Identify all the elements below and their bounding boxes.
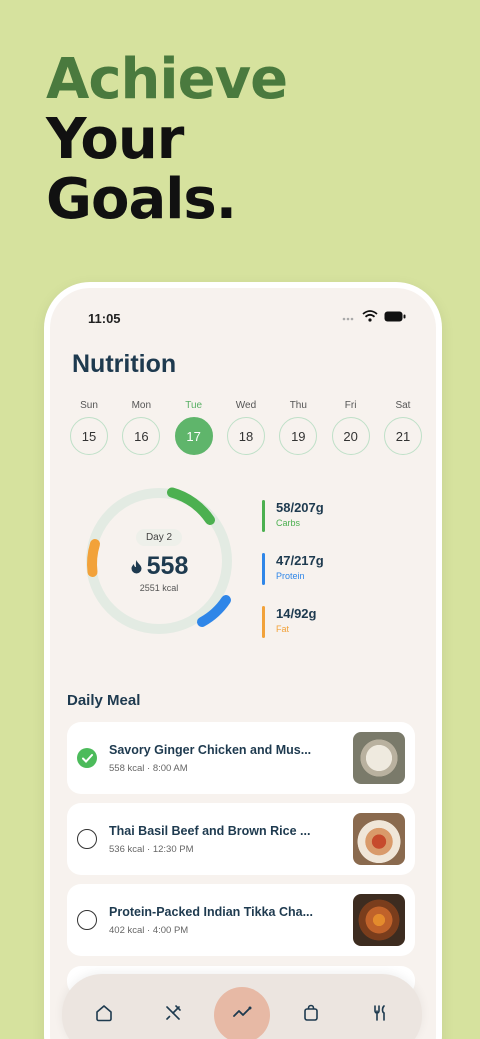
day-name: Tue [185,400,203,411]
macro-list: 58/207g Carbs 47/217g Protein 14/92g Fat [262,500,324,659]
meal-info: Protein-Packed Indian Tikka Cha... 402 k… [109,905,347,936]
meal-meta: 536 kcal · 12:30 PM [109,843,194,855]
nav-meals[interactable] [145,987,201,1039]
kcal-value: 558 [146,552,189,580]
meal-name: Thai Basil Beef and Brown Rice ... [109,823,311,838]
daily-meal-title: Daily Meal [67,692,141,709]
kcal-consumed: 558 [130,552,189,581]
day-fri[interactable]: Fri 20 [330,400,372,455]
day-name: Thu [289,400,307,411]
kcal-goal: 2551 kcal [139,583,179,593]
day-date: 17 [174,417,213,455]
utensils-cross-icon [163,1003,183,1028]
bottom-nav [62,974,422,1039]
meal-photo [353,894,405,946]
meal-name: Savory Ginger Chicken and Mus... [109,742,312,757]
day-thu[interactable]: Thu 19 [277,400,319,455]
headline-line-2: Your [46,107,184,172]
macro-value: 14/92g [276,606,317,621]
nav-activity[interactable] [213,987,270,1039]
unchecked-icon[interactable] [77,829,97,849]
fork-knife-icon [370,1003,390,1028]
macro-color-bar [262,553,265,585]
week-selector: Sun 15 Mon 16 Tue 17 Wed 18 Thu 19 Fri 2… [68,400,424,455]
bag-icon [301,1003,321,1028]
meal-info: Savory Ginger Chicken and Mus... 558 kca… [109,743,347,774]
day-tue[interactable]: Tue 17 [173,400,215,455]
page-title: Nutrition [72,350,177,378]
day-date: 18 [226,417,265,455]
day-sun[interactable]: Sun 15 [68,400,110,455]
status-bar: 11:05 [88,310,406,326]
day-name: Sun [80,400,98,411]
macro-protein: 47/217g Protein [262,553,324,585]
macro-color-bar [262,500,265,532]
signal-dots-icon [342,309,356,327]
day-date: 21 [383,417,422,455]
meal-card[interactable]: Protein-Packed Indian Tikka Cha... 402 k… [67,884,415,956]
day-date: 20 [331,417,370,455]
meal-meta: 402 kcal · 4:00 PM [109,924,189,936]
meal-name: Protein-Packed Indian Tikka Cha... [109,904,313,919]
macro-label: Fat [276,624,290,634]
day-wed[interactable]: Wed 18 [225,400,267,455]
battery-icon [384,309,406,327]
day-date: 19 [279,417,318,455]
meal-meta: 558 kcal · 8:00 AM [109,762,188,774]
app-screen: 11:05 Nutrition Sun 15 Mon 16 Tue 17 Wed… [50,288,436,1039]
unchecked-icon[interactable] [77,910,97,930]
macro-label: Carbs [276,518,301,528]
nav-dining[interactable] [352,987,408,1039]
headline-line-1: Achieve [46,47,288,112]
meal-card[interactable]: Thai Basil Beef and Brown Rice ... 536 k… [67,803,415,875]
meal-card[interactable]: Savory Ginger Chicken and Mus... 558 kca… [67,722,415,794]
day-name: Fri [344,400,357,411]
day-name: Wed [235,400,257,411]
flame-icon [130,552,143,581]
phone-frame: 11:05 Nutrition Sun 15 Mon 16 Tue 17 Wed… [44,282,442,1039]
day-date: 15 [70,417,108,455]
headline-line-3: Goals. [46,167,237,232]
day-name: Mon [131,400,152,411]
nav-home[interactable] [76,987,132,1039]
ring-center: Day 2 558 2551 kcal [82,484,236,638]
calorie-ring: Day 2 558 2551 kcal [82,484,236,638]
macro-label: Protein [276,571,305,581]
macro-carbs: 58/207g Carbs [262,500,324,532]
nav-shop[interactable] [283,987,339,1039]
status-time: 11:05 [88,310,121,326]
macro-value: 58/207g [276,500,324,515]
macro-color-bar [262,606,265,638]
day-mon[interactable]: Mon 16 [120,400,162,455]
day-name: Sat [395,400,411,411]
day-sat[interactable]: Sat 21 [382,400,424,455]
checked-icon[interactable] [77,748,97,768]
meal-info: Thai Basil Beef and Brown Rice ... 536 k… [109,824,347,855]
wifi-icon [362,309,378,327]
meal-photo [353,732,405,784]
day-date: 16 [122,417,161,455]
activity-icon [231,1002,253,1029]
macro-fat: 14/92g Fat [262,606,324,638]
day-badge: Day 2 [135,529,183,546]
hero-headline: Achieve Your Goals. [46,47,288,232]
meal-photo [353,813,405,865]
macro-value: 47/217g [276,553,324,568]
home-icon [94,1003,114,1028]
status-icons [342,309,406,327]
